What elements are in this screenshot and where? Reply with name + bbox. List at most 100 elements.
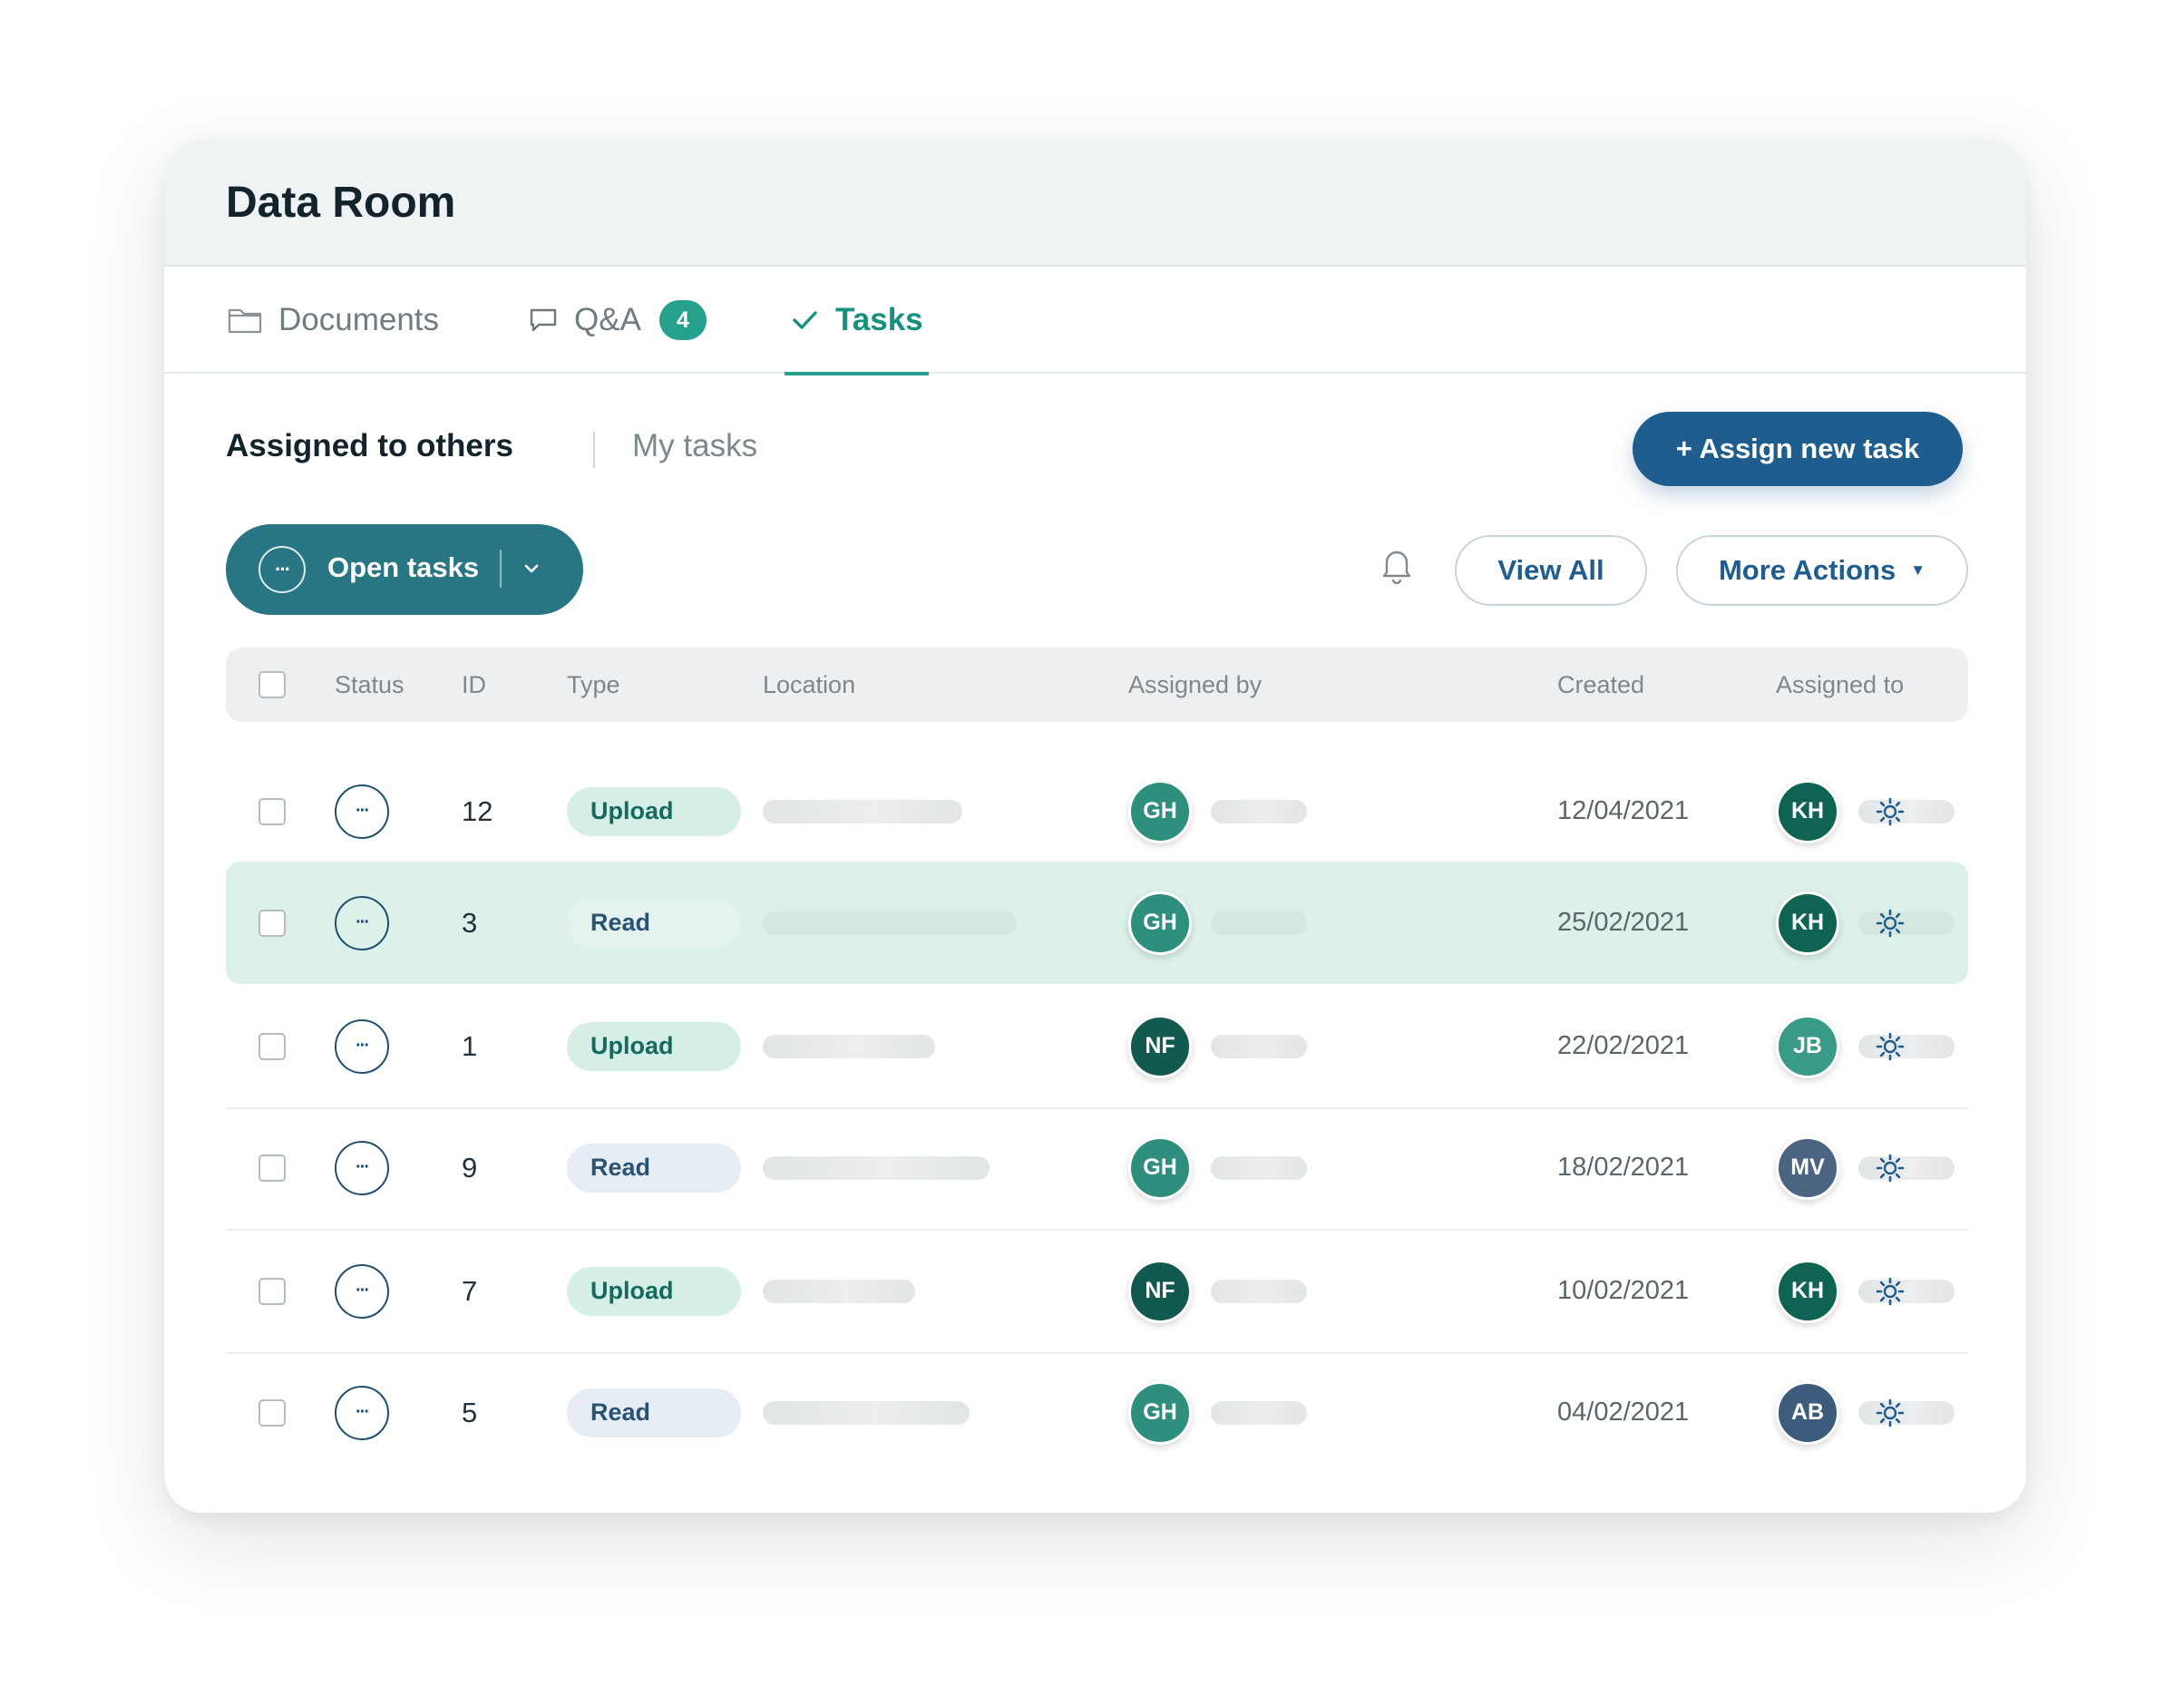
row-checkbox[interactable] [258, 909, 286, 937]
task-id: 5 [462, 1396, 478, 1428]
tab-tasks[interactable]: Tasks [785, 267, 929, 375]
assign-new-task-button[interactable]: + Assign new task [1633, 412, 1963, 486]
assigned-by-name-placeholder [1211, 1400, 1307, 1425]
assigned-by-avatar: GH [1128, 779, 1192, 843]
tab-label: Q&A [574, 302, 641, 337]
table-row[interactable]: ··· 12 Upload GH 12/04/2021 KH [226, 750, 1968, 874]
status-icon[interactable]: ··· [335, 895, 389, 950]
gear-icon[interactable] [1875, 908, 1906, 943]
task-id: 1 [462, 1029, 478, 1062]
assigned-to-name-placeholder [1858, 1279, 1955, 1303]
created-date: 10/02/2021 [1557, 1275, 1690, 1305]
status-icon[interactable]: ··· [335, 1385, 389, 1440]
column-header-location: Location [763, 671, 856, 698]
assigned-to-name-placeholder [1858, 1400, 1955, 1425]
gear-icon[interactable] [1875, 1398, 1906, 1433]
filter-label: Open tasks [327, 551, 480, 583]
task-id: 3 [462, 906, 478, 939]
table-row[interactable]: ··· 5 Read GH 04/02/2021 AB [226, 1351, 1968, 1474]
row-checkbox[interactable] [258, 1032, 286, 1060]
subtab-my-tasks[interactable]: My tasks [632, 428, 757, 464]
column-header-id: ID [462, 671, 486, 698]
assigned-to-avatar: KH [1776, 779, 1839, 843]
location-placeholder [763, 1155, 990, 1180]
table-row[interactable]: ··· 1 Upload NF 22/02/2021 JB [226, 985, 1968, 1109]
assigned-to-avatar: AB [1776, 1380, 1839, 1445]
assigned-by-name-placeholder [1211, 1034, 1307, 1058]
tab-bar: Documents Q&A 4 Tasks [164, 267, 2026, 375]
tab-documents[interactable]: Documents [228, 267, 439, 374]
view-all-button[interactable]: View All [1455, 535, 1647, 606]
column-header-created: Created [1557, 671, 1645, 698]
gear-icon[interactable] [1875, 1276, 1906, 1311]
created-date: 18/02/2021 [1557, 1152, 1690, 1182]
assigned-by-name-placeholder [1211, 911, 1307, 935]
select-all-checkbox[interactable] [258, 671, 286, 698]
row-checkbox[interactable] [258, 1277, 286, 1305]
subtab-divider [593, 432, 595, 468]
row-checkbox[interactable] [258, 1154, 286, 1182]
task-id: 9 [462, 1151, 478, 1184]
more-actions-button[interactable]: More Actions ▼ [1676, 535, 1968, 606]
assigned-by-avatar: GH [1128, 1135, 1192, 1200]
folder-icon [228, 308, 262, 334]
assigned-to-name-placeholder [1858, 1034, 1955, 1058]
type-badge: Upload [567, 786, 741, 836]
status-icon[interactable]: ··· [335, 1263, 389, 1319]
column-header-assigned-by: Assigned by [1128, 671, 1263, 698]
row-checkbox[interactable] [258, 797, 286, 825]
column-header-type: Type [567, 671, 620, 698]
assigned-by-avatar: GH [1128, 891, 1192, 955]
type-badge: Read [567, 898, 741, 948]
location-placeholder [763, 1279, 915, 1303]
open-tasks-filter-button[interactable]: ··· Open tasks [226, 524, 583, 615]
tab-label: Documents [278, 302, 440, 337]
chevron-down-icon[interactable] [520, 557, 543, 580]
more-dots-icon: ··· [258, 546, 306, 593]
created-date: 25/02/2021 [1557, 907, 1690, 937]
assigned-to-name-placeholder [1858, 799, 1955, 823]
location-placeholder [763, 799, 962, 823]
status-icon[interactable]: ··· [335, 1140, 389, 1195]
column-header-assigned-to: Assigned to [1776, 671, 1905, 698]
table-row[interactable]: ··· 9 Read GH 18/02/2021 MV [226, 1106, 1968, 1231]
location-placeholder [763, 1034, 935, 1058]
assigned-by-name-placeholder [1211, 799, 1307, 823]
task-id: 12 [462, 794, 493, 827]
type-badge: Read [567, 1388, 741, 1437]
row-checkbox[interactable] [258, 1398, 286, 1427]
type-badge: Upload [567, 1021, 741, 1071]
page-title: Data Room [226, 179, 456, 227]
created-date: 12/04/2021 [1557, 795, 1690, 825]
assigned-by-name-placeholder [1211, 1155, 1307, 1180]
assigned-by-avatar: NF [1128, 1014, 1192, 1078]
gear-icon[interactable] [1875, 796, 1906, 832]
qa-count-badge: 4 [658, 300, 707, 340]
assigned-to-avatar: KH [1776, 1259, 1839, 1323]
data-room-card: Data Room Documents Q&A 4 Tasks Assigned… [164, 140, 2026, 1513]
assigned-to-name-placeholder [1858, 1155, 1955, 1180]
gear-icon[interactable] [1875, 1153, 1906, 1188]
created-date: 04/02/2021 [1557, 1397, 1690, 1427]
task-id: 7 [462, 1274, 478, 1307]
bell-icon[interactable] [1381, 546, 1412, 584]
tab-label: Tasks [835, 302, 923, 337]
more-actions-label: More Actions [1718, 554, 1896, 586]
type-badge: Upload [567, 1266, 741, 1316]
check-icon [793, 311, 817, 329]
table-header: Status ID Type Location Assigned by Crea… [226, 648, 1968, 722]
assigned-by-name-placeholder [1211, 1279, 1307, 1303]
gear-icon[interactable] [1875, 1031, 1906, 1067]
caret-down-icon: ▼ [1910, 561, 1926, 579]
chat-icon [530, 308, 557, 332]
table-row[interactable]: ··· 7 Upload NF 10/02/2021 KH [226, 1230, 1968, 1354]
table-row[interactable]: ··· 3 Read GH 25/02/2021 KH [226, 862, 1968, 984]
assigned-to-name-placeholder [1858, 911, 1955, 935]
status-icon[interactable]: ··· [335, 784, 389, 839]
assigned-by-avatar: NF [1128, 1259, 1192, 1323]
tab-qa[interactable]: Q&A 4 [529, 267, 707, 374]
filter-divider [500, 550, 502, 588]
status-icon[interactable]: ··· [335, 1018, 389, 1074]
assigned-to-avatar: JB [1776, 1014, 1839, 1078]
subtab-assigned-to-others[interactable]: Assigned to others [226, 428, 513, 464]
